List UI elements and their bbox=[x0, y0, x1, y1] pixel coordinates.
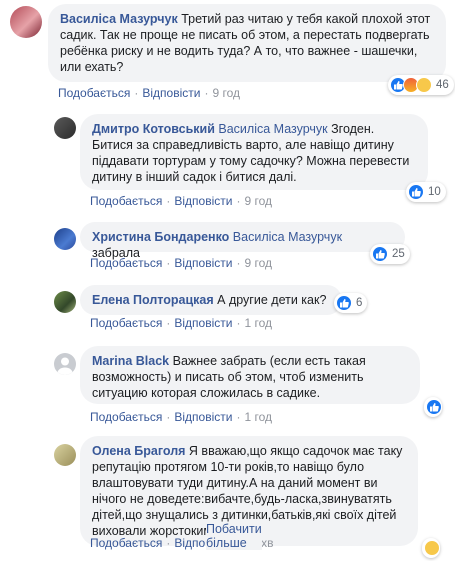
like-button[interactable]: Подобається bbox=[90, 536, 162, 550]
like-icon bbox=[336, 295, 352, 311]
like-icon bbox=[372, 246, 388, 262]
reaction-count: 46 bbox=[436, 79, 449, 91]
reaction-count: 10 bbox=[428, 186, 441, 198]
avatar[interactable] bbox=[54, 444, 76, 466]
like-button[interactable]: Подобається bbox=[90, 410, 162, 424]
reactions-badge[interactable]: 6 bbox=[334, 293, 368, 313]
reaction-count: 6 bbox=[356, 297, 363, 309]
avatar[interactable] bbox=[10, 6, 42, 38]
avatar[interactable] bbox=[54, 117, 76, 139]
comment-bubble: Василіса Мазурчук Третий раз читаю у теб… bbox=[48, 4, 446, 82]
reply-button[interactable]: Відповісти bbox=[174, 316, 232, 330]
comment-actions: Подобається · Відповісти · 9 год bbox=[90, 194, 272, 208]
like-icon bbox=[426, 399, 442, 415]
comment-time[interactable]: 9 год bbox=[244, 194, 272, 208]
avatar[interactable] bbox=[54, 353, 76, 375]
like-button[interactable]: Подобається bbox=[58, 86, 130, 100]
comment-bubble: Дмитро Котовський Василіса Мазурчук Згод… bbox=[80, 114, 428, 190]
reactions-badge[interactable] bbox=[424, 397, 442, 417]
mention-link[interactable]: Василіса Мазурчук bbox=[218, 122, 327, 136]
like-button[interactable]: Подобається bbox=[90, 256, 162, 270]
mention-link[interactable]: Василіса Мазурчук bbox=[233, 230, 342, 244]
comment-text: А другие дети как? bbox=[217, 293, 327, 307]
comment-actions: Подобається · Відповісти · 9 год bbox=[90, 256, 272, 270]
reply-button[interactable]: Відповісти bbox=[142, 86, 200, 100]
comment-author[interactable]: Marina Black bbox=[92, 354, 169, 368]
like-icon bbox=[408, 184, 424, 200]
comment-author[interactable]: Христина Бондаренко bbox=[92, 230, 229, 244]
reactions-badge[interactable] bbox=[422, 538, 440, 558]
comment-time[interactable]: 9 год bbox=[212, 86, 240, 100]
haha-icon bbox=[416, 77, 432, 93]
reactions-badge[interactable]: 25 bbox=[370, 244, 410, 264]
comment-actions: Подобається · Відповісти · 1 год bbox=[90, 316, 272, 330]
comment-author[interactable]: Дмитро Котовський bbox=[92, 122, 215, 136]
reply-button[interactable]: Відповісти bbox=[174, 194, 232, 208]
comment-time[interactable]: 1 год bbox=[244, 410, 272, 424]
comment-actions: Подобається · Відповісти · 9 год bbox=[58, 86, 240, 100]
comment-time[interactable]: 9 год bbox=[244, 256, 272, 270]
avatar[interactable] bbox=[54, 291, 76, 313]
see-more-link[interactable]: Побачити більше bbox=[206, 522, 262, 550]
comment-actions: Подобається · Відповісти · 1 год bbox=[90, 410, 272, 424]
comment-author[interactable]: Василіса Мазурчук bbox=[60, 12, 178, 26]
reactions-badge[interactable]: 10 bbox=[406, 182, 446, 202]
reactions-badge[interactable]: 46 bbox=[388, 75, 454, 95]
like-button[interactable]: Подобається bbox=[90, 194, 162, 208]
avatar[interactable] bbox=[54, 228, 76, 250]
comment-bubble: Marina Black Важнее забрать (если есть т… bbox=[80, 346, 420, 404]
comment-author[interactable]: Елена Полторацкая bbox=[92, 293, 214, 307]
reply-button[interactable]: Відповісти bbox=[174, 256, 232, 270]
reaction-count: 25 bbox=[392, 248, 405, 260]
like-button[interactable]: Подобається bbox=[90, 316, 162, 330]
comment-time[interactable]: 1 год bbox=[244, 316, 272, 330]
comment-bubble: Христина Бондаренко Василіса Мазурчук за… bbox=[80, 222, 405, 260]
sad-icon bbox=[424, 540, 440, 556]
comment-bubble: Елена Полторацкая А другие дети как? bbox=[80, 285, 342, 315]
reply-button[interactable]: Відповісти bbox=[174, 410, 232, 424]
comment-author[interactable]: Олена Браголя bbox=[92, 444, 185, 458]
